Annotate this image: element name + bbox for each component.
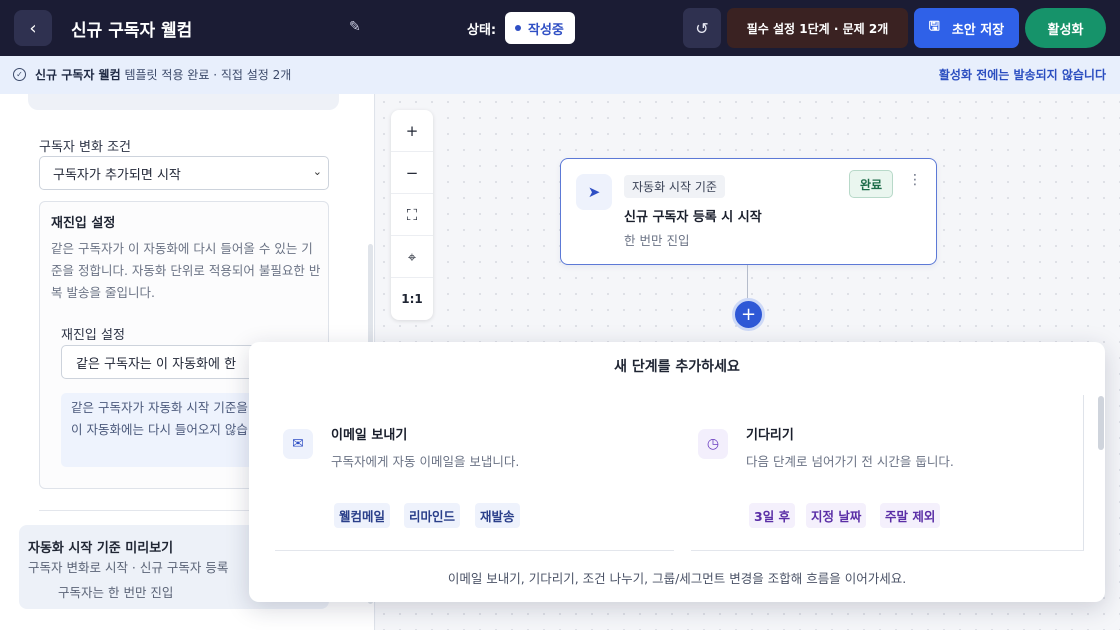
fit-view-button[interactable]: ⛶ [391,194,433,236]
zoom-controls: + − ⛶ ⌖ 1:1 [391,110,433,320]
activation-notice: 활성화 전에는 발송되지 않습니다 [938,68,1106,82]
refresh-icon: ↺ [695,18,709,38]
option-title: 이메일 보내기 [331,428,408,443]
chevron-left-icon: ‹ [29,17,37,39]
node-subtitle: 한 번만 진입 [624,233,690,248]
reset-zoom-button[interactable]: 1:1 [391,278,433,320]
node-connector [747,265,748,299]
chip-resend[interactable]: 재발송 [475,503,520,528]
save-draft-button[interactable]: 🖫 초안 저장 [914,8,1019,48]
trigger-preview-detail: 구독자는 한 번만 진입 [58,585,174,600]
save-draft-label: 초안 저장 [951,22,1005,38]
trigger-preview-description: 구독자 변화로 시작 · 신규 구독자 등록 [28,560,229,575]
option-title: 기다리기 [746,428,794,443]
info-status: 템플릿 적용 완료 · 직접 설정 2개 [124,68,292,82]
clock-icon: ◷ [698,429,728,459]
automation-title: 신규 구독자 웰컴 [71,21,193,41]
mail-icon: ✉ [283,429,313,459]
info-automation-name: 신규 구독자 웰컴 [35,68,121,82]
trigger-condition-value: 구독자가 추가되면 시작 [53,168,181,183]
add-step-button[interactable]: + [732,298,765,331]
status-label: 상태: [467,23,497,38]
undo-button[interactable]: ↺ [683,8,721,48]
back-button[interactable]: ‹ [14,10,52,46]
chip-specific-date[interactable]: 지정 날짜 [806,503,867,528]
option-description: 다음 단계로 넘어가기 전 시간을 둡니다. [746,454,954,469]
required-settings-button[interactable]: 필수 설정 1단계 · 문제 2개 [727,8,908,48]
trigger-condition-label: 구독자 변화 조건 [39,140,131,155]
popup-title: 새 단계를 추가하세요 [614,359,740,375]
cursor-icon: ➤ [576,174,612,210]
status-dot-icon [515,25,521,31]
activate-button[interactable]: 활성화 [1025,8,1106,48]
more-menu-icon[interactable]: ⋮ [908,172,922,188]
trigger-preview-title: 자동화 시작 기준 미리보기 [28,541,174,556]
chip-exclude-weekend[interactable]: 주말 제외 [880,503,941,528]
zoom-out-button[interactable]: − [391,152,433,194]
status-value: 작성중 [528,22,564,38]
chip-3-days[interactable]: 3일 후 [749,503,796,528]
popup-footer: 이메일 보내기, 기다리기, 조건 나누기, 그룹/세그먼트 변경을 조합해 흐… [447,571,907,586]
option-send-email[interactable] [275,395,674,551]
reentry-description: 같은 구독자가 이 자동화에 다시 들어올 수 있는 기준을 정합니다. 자동화… [51,241,321,300]
center-view-button[interactable]: ⌖ [391,236,433,278]
trigger-condition-select[interactable]: 구독자가 추가되면 시작 ⌄ [39,156,329,190]
reentry-title: 재진입 설정 [51,216,116,231]
chip-remind[interactable]: 리마인드 [404,503,461,528]
plus-icon: + [740,304,757,325]
panel-card-stub [28,94,339,110]
save-icon: 🖫 [928,19,940,34]
node-status-badge: 완료 [849,170,893,198]
check-circle-icon: ✓ [13,68,26,81]
option-description: 구독자에게 자동 이메일을 보냅니다. [331,454,520,469]
node-type-tag: 자동화 시작 기준 [624,175,725,198]
popup-scrollbar[interactable] [1098,396,1104,450]
zoom-in-button[interactable]: + [391,110,433,152]
edit-title-icon[interactable]: ✎ [349,19,361,35]
node-title: 신규 구독자 등록 시 시작 [624,210,762,225]
info-text: 신규 구독자 웰컴 템플릿 적용 완료 · 직접 설정 2개 [35,66,291,83]
reentry-field-label: 재진입 설정 [61,328,125,343]
chevron-down-icon: ⌄ [312,165,322,178]
chip-welcome-mail[interactable]: 웰컴메일 [334,503,391,528]
status-badge[interactable]: 작성중 [505,12,575,44]
